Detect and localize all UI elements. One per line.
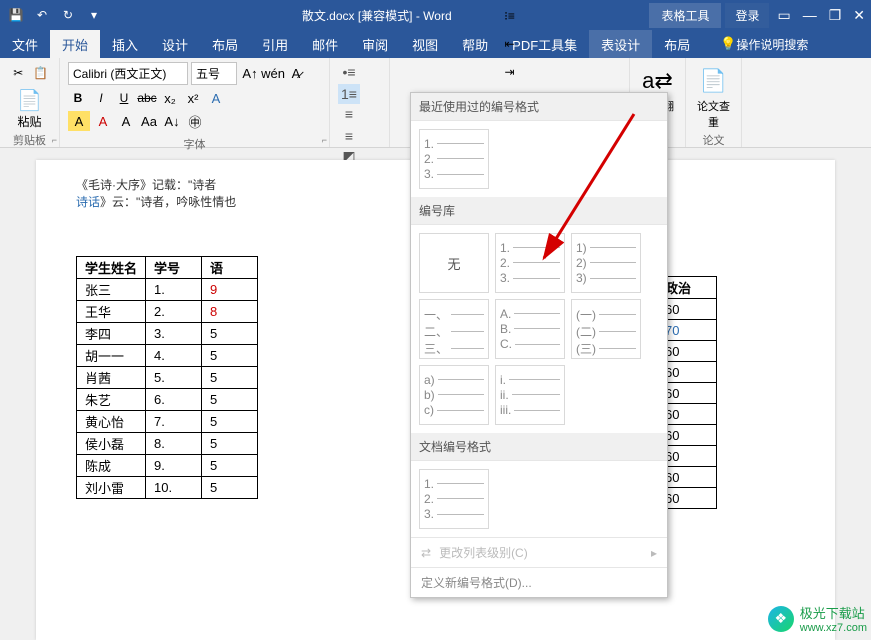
align-center-icon[interactable]: ≡ <box>338 126 360 146</box>
tab-help[interactable]: 帮助 <box>450 30 500 58</box>
table-row: 侯小磊8.5 <box>77 433 258 455</box>
paste-button[interactable]: 粘贴 <box>8 113 51 130</box>
tab-design[interactable]: 设计 <box>150 30 200 58</box>
tab-review[interactable]: 审阅 <box>350 30 400 58</box>
increase-indent-icon[interactable]: ⇥ <box>504 65 514 79</box>
watermark-name: 极光下载站 <box>800 603 867 622</box>
table-row: 黄心怡7.5 <box>77 411 258 433</box>
library-header: 编号库 <box>411 197 667 225</box>
table-row: 朱艺6.5 <box>77 389 258 411</box>
table-row: 刘小雷10.5 <box>77 477 258 499</box>
superscript-button[interactable]: x² <box>183 88 203 108</box>
enclose-char-icon[interactable]: ㊥ <box>185 111 205 131</box>
change-case-button[interactable]: Aa <box>139 111 159 131</box>
define-new-format[interactable]: 定义新编号格式(D)... <box>411 567 667 597</box>
table-header-row: 学生姓名 学号 语 <box>77 257 258 279</box>
table-row: 胡一一4.5 <box>77 345 258 367</box>
thesis-check-icon[interactable]: 📄 <box>694 68 733 94</box>
qat-dropdown-icon[interactable]: ▾ <box>84 5 104 25</box>
thesis-label: 论文 <box>694 130 733 148</box>
numbering-roman-lower[interactable]: i. ii. iii. <box>495 365 565 425</box>
table-row: 王华2.8 <box>77 301 258 323</box>
ribbon-options-icon[interactable]: ▭ <box>777 7 790 24</box>
minimize-icon[interactable]: ― <box>803 7 817 24</box>
font-launcher-icon[interactable]: ⌐ <box>322 135 327 145</box>
multilevel-list-icon[interactable]: ⁝≡ <box>504 9 515 23</box>
numbering-none[interactable]: 无 <box>419 233 489 293</box>
docfmt-header: 文档编号格式 <box>411 433 667 461</box>
underline-button[interactable]: U <box>114 88 134 108</box>
font-color-button[interactable]: A <box>93 111 113 131</box>
indent-icon: ⇄ <box>421 546 431 560</box>
italic-button[interactable]: I <box>91 88 111 108</box>
bold-button[interactable]: B <box>68 88 88 108</box>
numbering-recent-arabic-dot[interactable]: 1. 2. 3. <box>419 129 489 189</box>
tab-insert[interactable]: 插入 <box>100 30 150 58</box>
font-label: 字体 <box>68 134 321 152</box>
numbering-icon[interactable]: 1≡ <box>338 84 360 104</box>
text-effects-icon[interactable]: A <box>206 88 226 108</box>
redo-icon[interactable]: ↻ <box>58 5 78 25</box>
clipboard-label: 剪贴板 <box>8 130 51 148</box>
numbering-chinese-dun[interactable]: 一、 二、 三、 <box>419 299 489 359</box>
shrink-font-icon[interactable]: A↓ <box>162 111 182 131</box>
char-shading-icon[interactable]: A <box>116 111 136 131</box>
strikethrough-button[interactable]: abc <box>137 88 157 108</box>
grow-font-icon[interactable]: A↑ <box>240 64 260 84</box>
tab-view[interactable]: 视图 <box>400 30 450 58</box>
align-left-icon[interactable]: ≡ <box>338 104 360 124</box>
table-row: 李四3.5 <box>77 323 258 345</box>
thesis-button[interactable]: 论文查重 <box>694 98 733 130</box>
clipboard-launcher-icon[interactable]: ⌐ <box>52 135 57 145</box>
table-row: 肖茜5.5 <box>77 367 258 389</box>
numbering-lower-alpha-paren[interactable]: a) b) c) <box>419 365 489 425</box>
watermark-logo-icon: ❖ <box>768 606 794 632</box>
paste-icon[interactable]: 📄 <box>8 88 51 113</box>
font-family-select[interactable]: Calibri (西文正文) <box>68 62 188 85</box>
copy-icon[interactable]: 📋 <box>31 62 52 84</box>
numbering-arabic-paren[interactable]: 1) 2) 3) <box>571 233 641 293</box>
phonetic-guide-icon[interactable]: wén <box>263 64 283 84</box>
students-table[interactable]: 学生姓名 学号 语 张三1.9 王华2.8 李四3.5 胡一一4.5 肖茜5.5… <box>76 256 258 499</box>
close-icon[interactable]: ✕ <box>853 7 865 24</box>
tab-mailings[interactable]: 邮件 <box>300 30 350 58</box>
subscript-button[interactable]: x₂ <box>160 88 180 108</box>
numbering-dropdown: 最近使用过的编号格式 1. 2. 3. 编号库 无 1. 2. 3. 1) 2)… <box>410 92 668 598</box>
undo-icon[interactable]: ↶ <box>32 5 52 25</box>
recent-header: 最近使用过的编号格式 <box>411 93 667 121</box>
login-button[interactable]: 登录 <box>725 3 769 28</box>
font-size-select[interactable]: 五号 <box>191 62 237 85</box>
tab-table-design[interactable]: 表设计 <box>589 30 652 58</box>
watermark: ❖ 极光下载站 www.xz7.com <box>768 603 867 634</box>
save-icon[interactable]: 💾 <box>6 5 26 25</box>
table-row: 陈成9.5 <box>77 455 258 477</box>
tab-home[interactable]: 开始 <box>50 30 100 58</box>
watermark-url: www.xz7.com <box>800 622 867 634</box>
tab-references[interactable]: 引用 <box>250 30 300 58</box>
bullets-icon[interactable]: •≡ <box>338 62 360 82</box>
table-row: 张三1.9 <box>77 279 258 301</box>
decrease-indent-icon[interactable]: ⇤ <box>504 37 514 51</box>
highlight-button[interactable]: A <box>68 111 90 131</box>
numbering-doc-arabic-dot[interactable]: 1. 2. 3. <box>419 469 489 529</box>
numbering-upper-alpha[interactable]: A. B. C. <box>495 299 565 359</box>
cut-icon[interactable]: ✂ <box>8 62 29 84</box>
clipboard-group: ✂ 📋 📄 粘贴 剪贴板 ⌐ <box>0 58 60 147</box>
table-tools-label: 表格工具 <box>649 3 721 28</box>
tab-layout[interactable]: 布局 <box>200 30 250 58</box>
paragraph-group: •≡ 1≡ ≡ ≡ ◩ ▦ <box>330 58 390 147</box>
tab-table-layout[interactable]: 布局 <box>652 30 702 58</box>
numbering-arabic-dot[interactable]: 1. 2. 3. <box>495 233 565 293</box>
tell-me[interactable]: 💡 操作说明搜索 <box>708 30 820 58</box>
hyperlink-shihua[interactable]: 诗话 <box>76 195 100 209</box>
tab-file[interactable]: 文件 <box>0 30 50 58</box>
font-group: Calibri (西文正文) 五号 A↑ wén A̷ B I U abc x₂… <box>60 58 330 147</box>
thesis-group: 📄 论文查重 论文 <box>686 58 742 147</box>
clear-format-icon[interactable]: A̷ <box>286 64 306 84</box>
numbering-chinese-paren[interactable]: (一) (二) (三) <box>571 299 641 359</box>
maximize-icon[interactable]: ❐ <box>829 7 842 24</box>
window-title: 散文.docx [兼容模式] - Word <box>104 7 649 24</box>
translate-icon[interactable]: a⇄ <box>638 68 677 94</box>
change-list-level: ⇄ 更改列表级别(C) ▸ <box>411 537 667 567</box>
